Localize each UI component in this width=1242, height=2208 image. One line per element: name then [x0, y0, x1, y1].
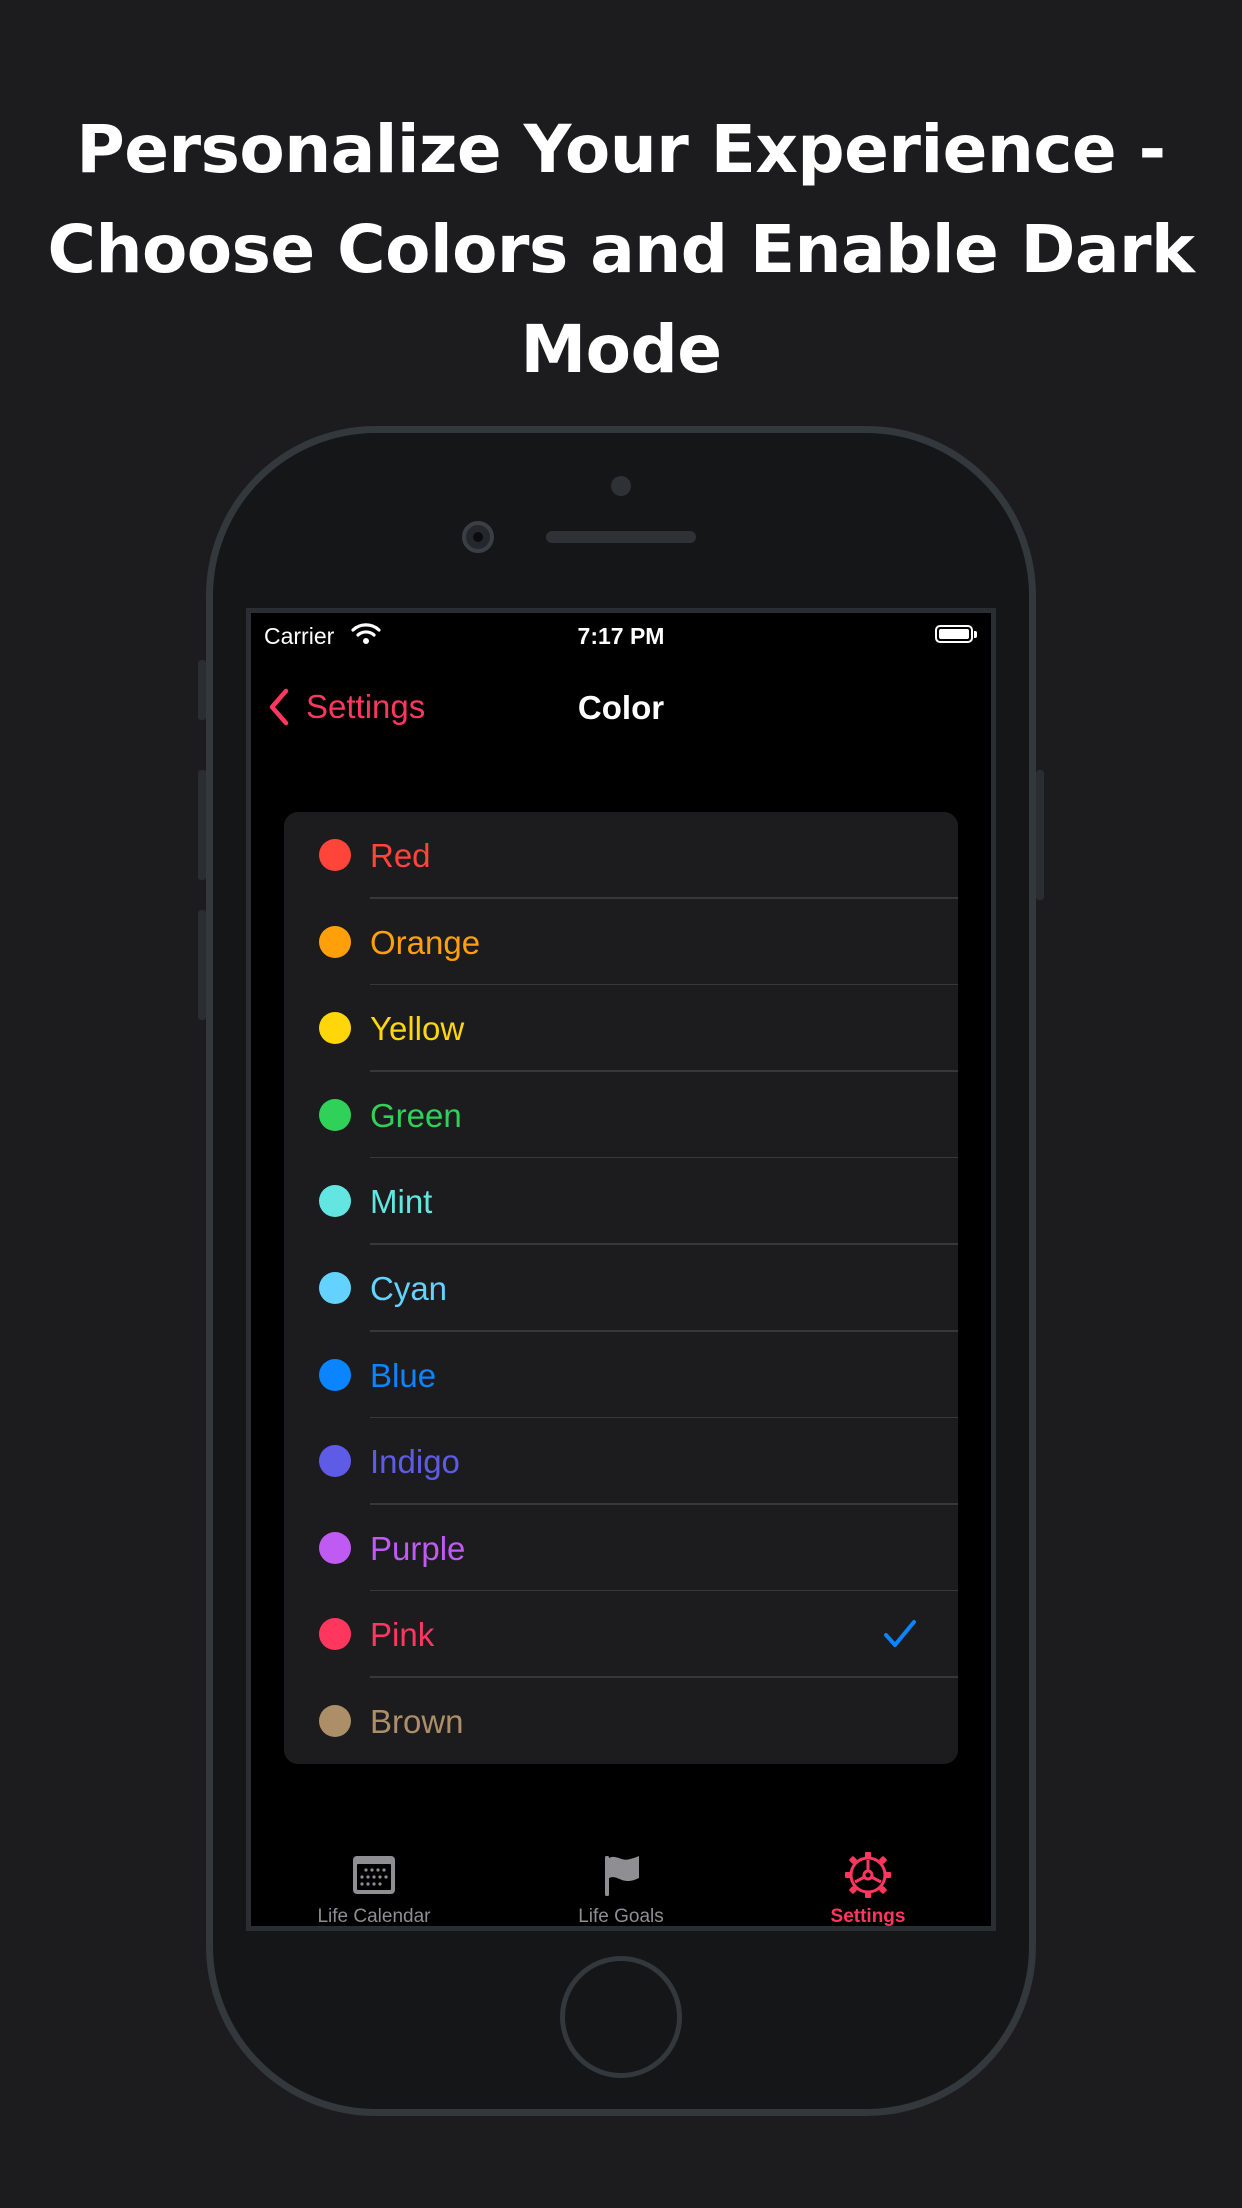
color-label: Indigo	[370, 1443, 460, 1481]
mute-switch	[198, 660, 206, 720]
volume-down-button	[198, 910, 206, 1020]
color-swatch	[319, 1185, 351, 1218]
color-list: Red Orange Yellow Green Mint Cyan Blue Indigo Pu…	[284, 812, 958, 1764]
tab-life-calendar[interactable]: Life Calendar	[251, 1838, 497, 1927]
calendar-icon	[353, 1856, 395, 1894]
tab-label: Life Calendar	[317, 1906, 431, 1927]
tab-life-goals[interactable]: Life Goals	[498, 1838, 744, 1927]
battery-icon	[935, 625, 977, 643]
color-label: Orange	[370, 923, 481, 961]
color-swatch	[319, 1012, 351, 1045]
flag-icon	[605, 1856, 639, 1896]
color-label: Brown	[370, 1702, 464, 1740]
earpiece-speaker	[546, 531, 696, 543]
tab-bar: Life Calendar Life Goals Settings	[251, 1838, 991, 1927]
phone-screen: Carrier 7:17 PM Settings Color Red Orange…	[246, 608, 996, 1931]
color-row-green[interactable]: Green	[284, 1072, 958, 1159]
color-row-red[interactable]: Red	[284, 812, 958, 899]
color-swatch	[319, 1271, 351, 1304]
tab-settings[interactable]: Settings	[745, 1838, 991, 1927]
color-swatch	[319, 1704, 351, 1737]
color-label: Mint	[370, 1183, 433, 1221]
power-button	[1036, 770, 1044, 900]
checkmark-icon	[884, 1620, 916, 1648]
color-row-cyan[interactable]: Cyan	[284, 1245, 958, 1332]
status-bar: Carrier 7:17 PM	[251, 613, 991, 661]
color-label: Yellow	[370, 1010, 465, 1048]
color-label: Cyan	[370, 1269, 448, 1307]
color-row-brown[interactable]: Brown	[284, 1678, 958, 1764]
tab-label: Settings	[830, 1906, 906, 1927]
page-title: Color	[577, 689, 665, 726]
proximity-sensor	[611, 476, 631, 496]
color-row-yellow[interactable]: Yellow	[284, 985, 958, 1072]
color-swatch	[319, 1618, 351, 1651]
headline: Personalize Your Experience - Choose Col…	[40, 100, 1202, 400]
front-camera	[462, 521, 494, 553]
color-row-indigo[interactable]: Indigo	[284, 1418, 958, 1505]
color-row-purple[interactable]: Purple	[284, 1505, 958, 1592]
gear-icon	[845, 1852, 891, 1898]
volume-up-button	[198, 770, 206, 880]
color-row-orange[interactable]: Orange	[284, 899, 958, 986]
color-swatch	[319, 1358, 351, 1391]
color-swatch	[319, 1531, 351, 1564]
color-label: Pink	[370, 1616, 435, 1654]
headline-line-3: Mode	[520, 311, 722, 388]
color-swatch	[319, 1098, 351, 1131]
color-swatch	[319, 839, 351, 871]
status-time: 7:17 PM	[577, 623, 665, 649]
tab-label: Life Goals	[578, 1906, 664, 1927]
color-swatch	[319, 1445, 351, 1478]
color-row-mint[interactable]: Mint	[284, 1158, 958, 1245]
color-label: Red	[370, 837, 431, 874]
home-button[interactable]	[560, 1956, 682, 2078]
color-row-blue[interactable]: Blue	[284, 1332, 958, 1419]
color-swatch	[319, 925, 351, 958]
headline-line-1: Personalize Your Experience -	[76, 111, 1166, 188]
color-label: Purple	[370, 1529, 466, 1567]
headline-line-2: Choose Colors and Enable Dark	[47, 211, 1195, 288]
navigation-bar: Settings Color	[251, 673, 991, 743]
color-label: Green	[370, 1096, 462, 1134]
color-label: Blue	[370, 1356, 437, 1394]
color-row-pink[interactable]: Pink	[284, 1591, 958, 1678]
